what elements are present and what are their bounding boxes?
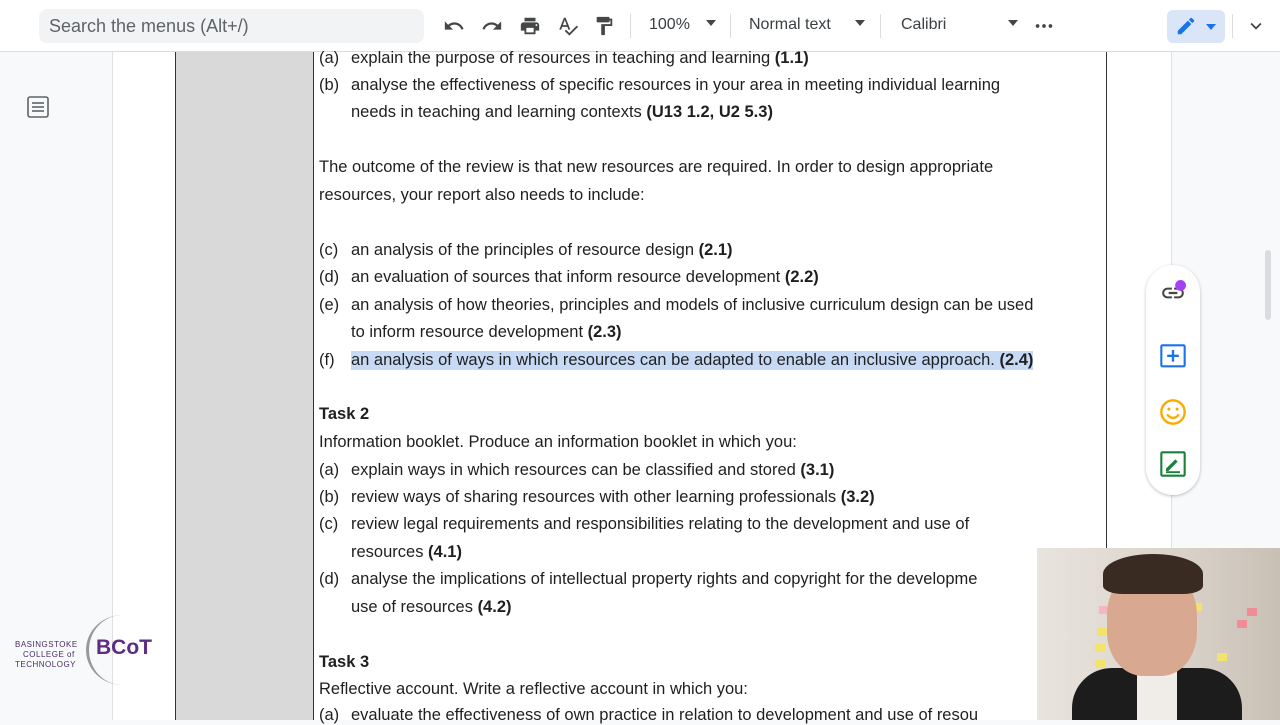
vertical-scrollbar[interactable]: [1265, 250, 1271, 320]
task-heading: Task 2: [319, 405, 370, 423]
toolbar-divider: [1232, 14, 1233, 38]
spellcheck-icon[interactable]: [556, 14, 580, 38]
list-label: (a): [319, 49, 340, 67]
list-item: evaluate the effectiveness of own practi…: [351, 706, 979, 724]
editing-mode-button[interactable]: [1167, 10, 1225, 43]
menu-search-placeholder: Search the menus (Alt+/): [49, 15, 249, 36]
editing-chevron-down-icon: [1206, 24, 1216, 30]
left-margin: [0, 52, 112, 720]
list-label: (a): [319, 461, 340, 479]
side-action-panel: [1146, 265, 1200, 495]
font-chevron-down-icon[interactable]: [1008, 20, 1018, 26]
add-link-icon[interactable]: [1159, 279, 1187, 307]
webcam-video: [1037, 548, 1280, 720]
paragraph: Reflective account. Write a reflective a…: [319, 680, 748, 698]
college-logo-bcot: BCoT: [96, 636, 152, 659]
list-label: (f): [319, 351, 335, 369]
list-label: (c): [319, 515, 339, 533]
list-item: explain ways in which resources can be c…: [351, 461, 835, 479]
list-item: an evaluation of sources that inform res…: [351, 268, 819, 286]
list-item: an analysis of how theories, principles …: [351, 296, 1034, 314]
list-label: (d): [319, 268, 340, 286]
list-item: review legal requirements and responsibi…: [351, 515, 970, 533]
task-heading: Task 3: [319, 653, 370, 671]
print-icon[interactable]: [518, 14, 542, 38]
list-item-continuation: to inform resource development (2.3): [351, 323, 622, 341]
style-chevron-down-icon[interactable]: [855, 20, 865, 26]
list-label: (c): [319, 241, 339, 259]
undo-icon[interactable]: [442, 14, 466, 38]
more-icon[interactable]: [1032, 14, 1056, 38]
document-outline-icon[interactable]: [26, 95, 50, 119]
college-logo-text: BASINGSTOKE COLLEGE of TECHNOLOGY: [15, 640, 78, 669]
list-item: analyse the implications of intellectual…: [351, 570, 978, 588]
paragraph: resources, your report also needs to inc…: [319, 186, 645, 204]
list-item-continuation: use of resources (4.2): [351, 598, 512, 616]
selected-text[interactable]: an analysis of ways in which resources c…: [351, 351, 1034, 370]
menu-search-input[interactable]: Search the menus (Alt+/): [39, 9, 424, 43]
list-label: (b): [319, 488, 340, 506]
toolbar-divider: [730, 14, 731, 38]
add-comment-icon[interactable]: [1159, 343, 1187, 371]
zoom-select[interactable]: 100%: [649, 16, 690, 34]
collapse-chevron-icon[interactable]: [1244, 14, 1268, 38]
toolbar: Search the menus (Alt+/) 100% Normal tex…: [0, 0, 1280, 52]
table-border: [1106, 52, 1107, 548]
paragraph: The outcome of the review is that new re…: [319, 158, 994, 176]
emoji-reaction-icon[interactable]: [1159, 398, 1187, 426]
list-label: (d): [319, 570, 340, 588]
list-item: review ways of sharing resources with ot…: [351, 488, 875, 506]
list-item-continuation: resources (4.1): [351, 543, 462, 561]
paragraph: Information booklet. Produce an informat…: [319, 433, 797, 451]
list-item: explain the purpose of resources in teac…: [351, 49, 809, 67]
table-shaded-column: [175, 52, 313, 720]
pencil-icon: [1174, 14, 1198, 38]
suggest-edits-icon[interactable]: [1159, 450, 1187, 478]
style-select[interactable]: Normal text: [749, 16, 831, 34]
list-label: (b): [319, 76, 340, 94]
list-item: analyse the effectiveness of specific re…: [351, 76, 1001, 94]
toolbar-divider: [880, 14, 881, 38]
list-label: (a): [319, 706, 340, 724]
list-label: (e): [319, 296, 340, 314]
redo-icon[interactable]: [480, 14, 504, 38]
table-border: [313, 52, 314, 720]
zoom-chevron-down-icon[interactable]: [706, 20, 716, 26]
paint-format-icon[interactable]: [592, 14, 616, 38]
list-item: an analysis of the principles of resourc…: [351, 241, 733, 259]
font-select[interactable]: Calibri: [901, 16, 946, 34]
toolbar-divider: [630, 14, 631, 38]
list-item-continuation: needs in teaching and learning contexts …: [351, 103, 773, 121]
